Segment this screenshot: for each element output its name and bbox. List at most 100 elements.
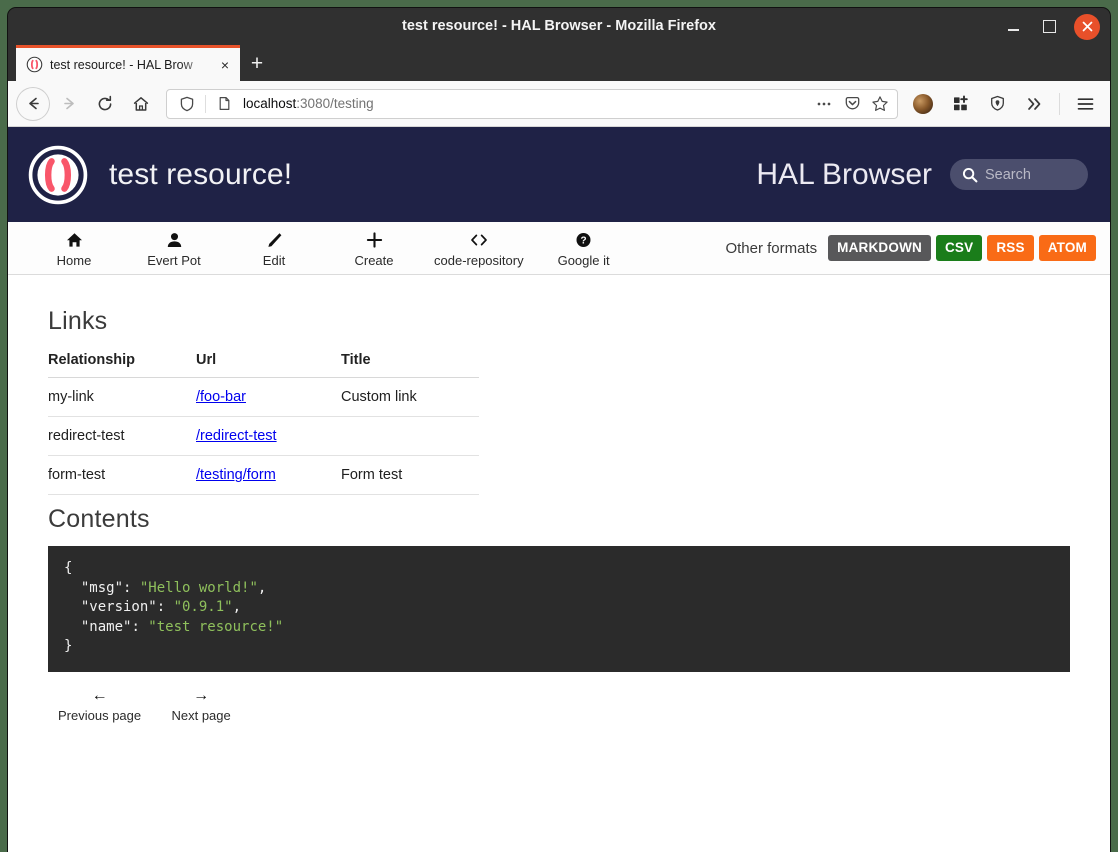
window-title: test resource! - HAL Browser - Mozilla F… — [402, 18, 716, 34]
search-icon — [962, 167, 978, 182]
links-table: Relationship Url Title my-link /foo-bar … — [48, 348, 479, 495]
cell-relationship: redirect-test — [48, 416, 196, 456]
forward-button[interactable] — [52, 87, 86, 121]
home-icon — [34, 232, 114, 250]
pencil-icon — [234, 232, 314, 250]
plus-icon — [334, 231, 414, 250]
minimize-button[interactable] — [1002, 16, 1024, 38]
json-value: "0.9.1" — [173, 599, 233, 615]
password-manager-button[interactable] — [980, 87, 1014, 121]
back-arrow-icon — [28, 97, 39, 110]
url-bar-separator — [205, 94, 206, 113]
maximize-button[interactable] — [1038, 16, 1060, 38]
tab-close-icon[interactable]: × — [216, 56, 234, 74]
chevron-double-right-icon — [1028, 97, 1041, 110]
format-badge-csv[interactable]: CSV — [935, 234, 983, 262]
cell-title: Custom link — [341, 377, 479, 417]
browser-tab[interactable]: test resource! - HAL Brow × — [16, 45, 240, 81]
url-host: localhost — [243, 96, 297, 111]
app-name: HAL Browser — [756, 157, 932, 191]
next-page-label: Next page — [171, 707, 231, 723]
extensions-button[interactable] — [943, 87, 977, 121]
pocket-icon[interactable] — [839, 91, 865, 117]
other-formats-label: Other formats — [725, 239, 818, 257]
pagination: ← Previous page → Next page — [48, 672, 1070, 723]
close-button[interactable] — [1074, 13, 1100, 40]
previous-page-button[interactable]: ← Previous page — [48, 684, 151, 723]
hal-brand: test resource! — [26, 143, 756, 207]
url-bar-actions — [811, 91, 893, 117]
nav-item-create[interactable]: Create — [324, 229, 424, 268]
bookmark-star-icon[interactable] — [867, 91, 893, 117]
table-row: form-test /testing/form Form test — [48, 455, 479, 495]
code-brackets-icon — [434, 232, 524, 250]
tracking-protection-shield-icon[interactable] — [174, 91, 200, 117]
link-url[interactable]: /foo-bar — [196, 389, 246, 405]
json-comma: , — [232, 599, 242, 615]
new-tab-button[interactable]: + — [240, 47, 274, 81]
table-row: redirect-test /redirect-test — [48, 416, 479, 456]
browser-toolbar-right — [906, 87, 1102, 121]
nav-item-home[interactable]: Home — [24, 229, 124, 268]
hal-navigation-bar: Home Evert Pot Edit Create code-reposito… — [8, 222, 1110, 275]
back-button[interactable] — [16, 87, 50, 121]
application-menu-button[interactable] — [1068, 87, 1102, 121]
hal-favicon-icon — [26, 56, 43, 73]
reload-icon — [98, 95, 112, 110]
cell-url: /foo-bar — [196, 377, 341, 417]
nav-item-google-it[interactable]: ? Google it — [534, 229, 634, 268]
url-path: :3080/testing — [296, 96, 374, 111]
nav-item-label: Home — [56, 252, 92, 268]
search-input[interactable]: Search — [950, 159, 1088, 190]
overflow-menu-button[interactable] — [1017, 87, 1051, 121]
arrow-left-icon: ← — [91, 686, 108, 704]
url-text: localhost:3080/testing — [243, 96, 811, 111]
page-title: test resource! — [109, 157, 293, 191]
toolbar-separator — [1059, 92, 1060, 115]
other-formats: Other formats MARKDOWN CSV RSS ATOM — [725, 234, 1096, 262]
json-line: { — [64, 560, 73, 576]
contents-heading: Contents — [48, 505, 150, 533]
table-header-row: Relationship Url Title — [48, 348, 479, 378]
extensions-grid-icon — [953, 95, 968, 111]
column-header-title: Title — [341, 348, 479, 378]
nav-item-label: code-repository — [434, 252, 524, 268]
forward-arrow-icon — [63, 97, 74, 110]
json-line: } — [64, 638, 73, 654]
format-badge-markdown[interactable]: MARKDOWN — [828, 234, 931, 262]
tab-title: test resource! - HAL Brow — [50, 57, 193, 72]
close-icon — [1082, 21, 1092, 32]
nav-item-label: Create — [354, 252, 394, 268]
next-page-button[interactable]: → Next page — [151, 684, 251, 723]
nav-item-code-repository[interactable]: code-repository — [424, 229, 534, 268]
home-button[interactable] — [124, 87, 158, 121]
format-badge-atom[interactable]: ATOM — [1038, 234, 1096, 262]
hal-header-right: HAL Browser Search — [756, 158, 1088, 192]
links-heading: Links — [48, 307, 108, 335]
tab-strip: test resource! - HAL Brow × + — [8, 45, 1110, 81]
hal-logo-icon — [28, 145, 88, 204]
firefox-window: test resource! - HAL Browser - Mozilla F… — [8, 8, 1110, 852]
arrow-right-icon: → — [193, 686, 210, 704]
page-actions-more-icon[interactable] — [811, 91, 837, 117]
format-badge-rss[interactable]: RSS — [987, 234, 1034, 262]
column-header-url: Url — [196, 348, 341, 378]
page-document-icon — [211, 91, 237, 117]
link-url[interactable]: /testing/form — [196, 467, 276, 483]
link-url[interactable]: /redirect-test — [196, 428, 277, 444]
browser-toolbar: localhost:3080/testing — [8, 81, 1110, 127]
firefox-account-button[interactable] — [906, 87, 940, 121]
previous-page-label: Previous page — [58, 707, 142, 723]
nav-item-label: Edit — [262, 252, 286, 268]
json-key: "version" — [80, 599, 157, 615]
reload-button[interactable] — [88, 87, 122, 121]
nav-item-edit[interactable]: Edit — [224, 229, 324, 268]
cell-title — [341, 416, 479, 456]
question-circle-icon: ? — [544, 232, 624, 250]
hal-nav-links: Home Evert Pot Edit Create code-reposito… — [24, 229, 725, 268]
nav-item-evert-pot[interactable]: Evert Pot — [124, 229, 224, 268]
url-bar[interactable]: localhost:3080/testing — [166, 88, 898, 119]
svg-text:?: ? — [581, 235, 587, 246]
person-icon — [134, 232, 214, 250]
hal-header: test resource! HAL Browser Search — [8, 127, 1110, 222]
